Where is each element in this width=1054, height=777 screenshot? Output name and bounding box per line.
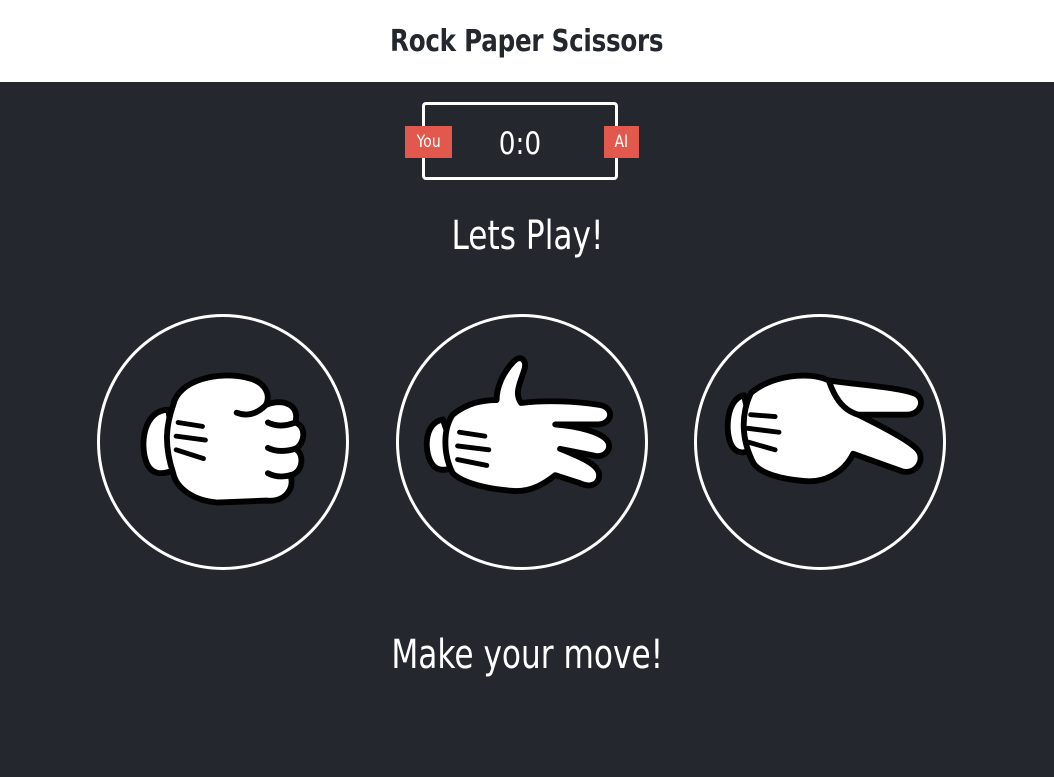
action-message-label: Make your move! (391, 632, 663, 678)
rock-choice-button[interactable] (97, 314, 349, 570)
paper-choice-button[interactable] (396, 314, 648, 570)
scissors-hand-icon (724, 372, 924, 485)
result-label: Lets Play! (450, 213, 603, 259)
score-value: 0:0 (498, 126, 542, 162)
app-title: Rock Paper Scissors (390, 23, 664, 59)
scissors-choice-button[interactable] (694, 314, 946, 570)
result-text: Lets Play! (0, 208, 1054, 264)
game-area: You AI 0:0 Lets Play! Make your move! (0, 82, 1054, 777)
paper-hand-icon (423, 355, 613, 494)
score-display: 0:0 (422, 122, 618, 166)
rock-hand-icon (140, 372, 307, 506)
action-message: Make your move! (0, 627, 1054, 683)
app-header: Rock Paper Scissors (0, 0, 1054, 82)
